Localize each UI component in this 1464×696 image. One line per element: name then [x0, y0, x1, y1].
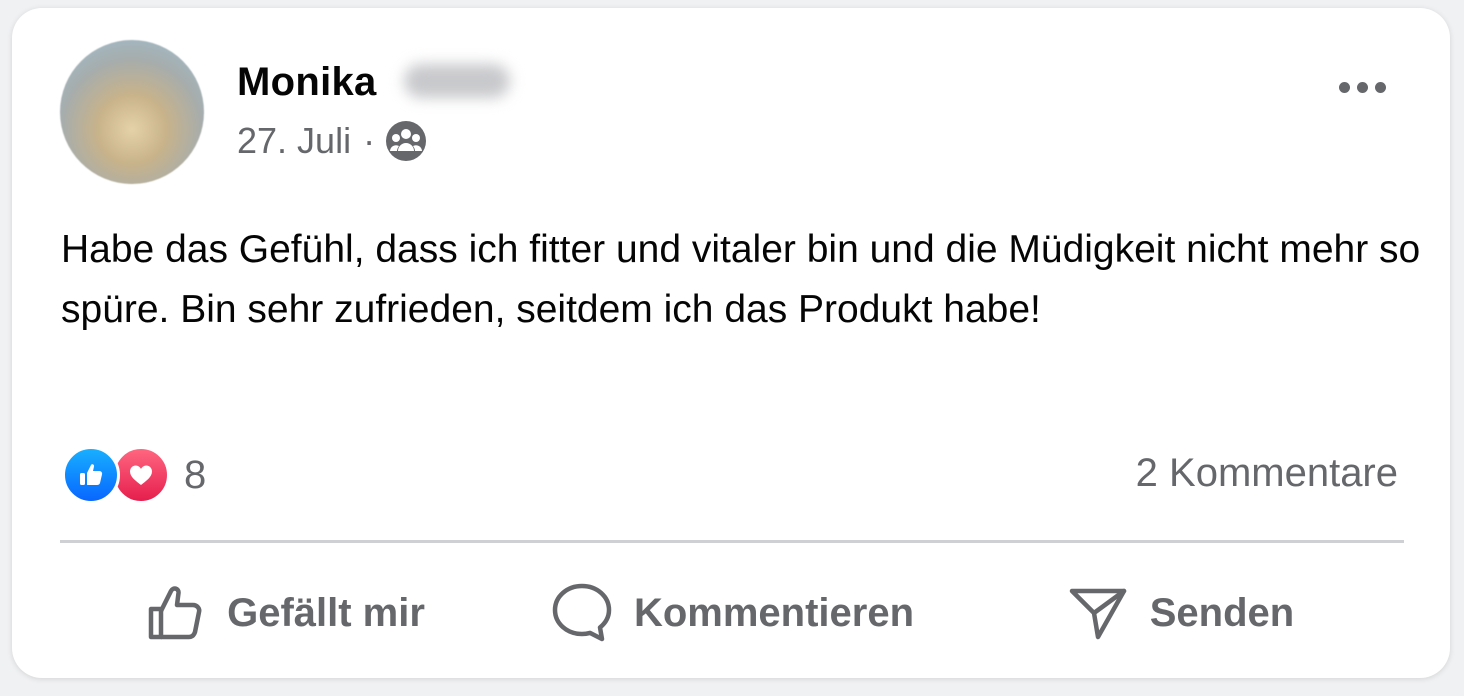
comment-button[interactable]: Kommentieren — [508, 568, 956, 658]
like-reaction-icon — [62, 446, 120, 504]
like-button[interactable]: Gefällt mir — [60, 568, 508, 658]
group-audience-icon[interactable] — [385, 120, 427, 162]
send-button[interactable]: Senden — [956, 568, 1404, 658]
reaction-summary[interactable]: 8 — [62, 446, 206, 504]
comment-button-label: Kommentieren — [633, 590, 915, 635]
like-button-label: Gefällt mir — [227, 590, 425, 635]
thumbs-up-outline-icon — [148, 586, 202, 640]
comments-count-link[interactable]: 2 Kommentare — [1136, 451, 1398, 496]
meta-separator: · — [363, 120, 376, 161]
heart-icon — [130, 465, 152, 485]
post-date[interactable]: 27. Juli — [237, 120, 351, 162]
send-button-label: Senden — [1149, 590, 1295, 635]
comment-bubble-icon — [552, 583, 612, 642]
post-meta: 27. Juli · — [237, 120, 427, 162]
more-options-button[interactable] — [1335, 74, 1390, 101]
reaction-count: 8 — [184, 452, 207, 497]
divider — [60, 540, 1404, 543]
post-card: Monika 27. Juli · Habe das Gefühl, dass … — [12, 8, 1450, 678]
action-bar: Gefällt mir Kommentieren Senden — [60, 568, 1404, 658]
love-reaction-icon — [112, 446, 170, 504]
thumbs-up-icon — [80, 464, 103, 485]
more-options-icon — [1339, 82, 1350, 93]
post-text: Habe das Gefühl, dass ich fitter und vit… — [61, 228, 1421, 331]
more-options-dot — [1375, 82, 1386, 93]
more-options-dot — [1357, 82, 1368, 93]
author-name[interactable]: Monika — [237, 60, 377, 105]
author-avatar[interactable] — [60, 40, 204, 184]
author-last-name-redacted — [404, 64, 510, 98]
send-icon — [1069, 588, 1126, 640]
